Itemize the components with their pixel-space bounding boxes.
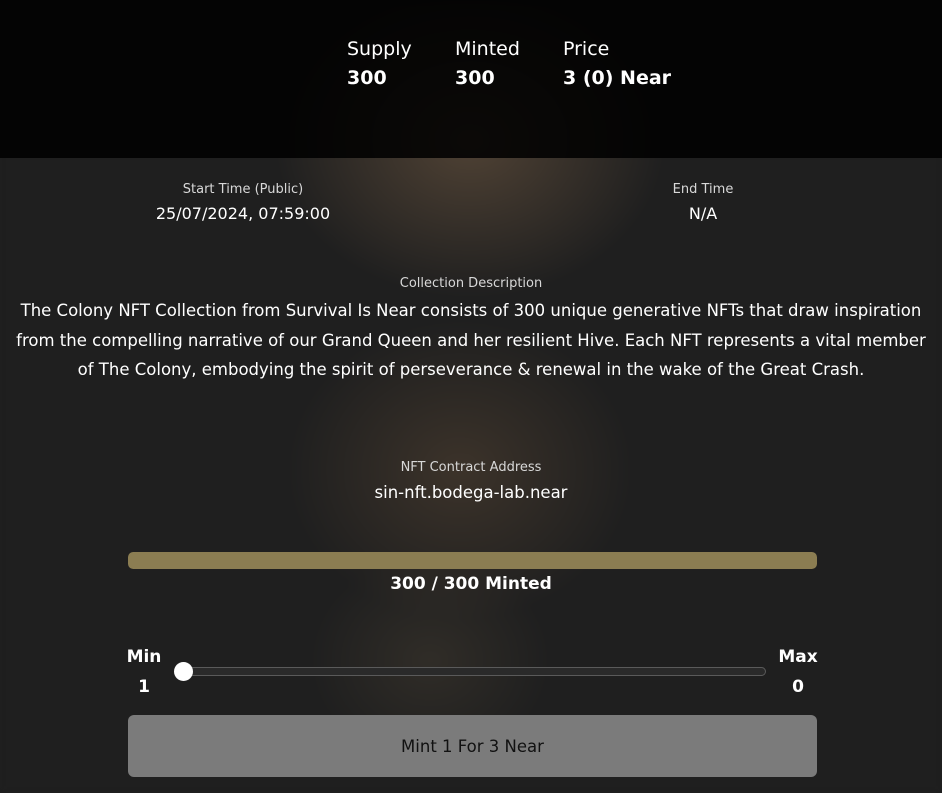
start-time-label: Start Time (Public) — [182, 182, 304, 197]
collection-description: The Colony NFT Collection from Survival … — [16, 301, 926, 379]
minted-value: 300 — [455, 67, 495, 89]
quantity-min-label: Min — [126, 647, 162, 667]
mint-panel: Supply 300 Minted 300 Price 3 (0) Near S… — [0, 0, 942, 793]
start-time: Start Time (Public) 25/07/2024, 07:59:00 — [100, 181, 386, 225]
supply-stat: Supply 300 — [347, 37, 412, 91]
contract-address-label: NFT Contract Address — [400, 460, 542, 475]
supply-value: 300 — [347, 67, 387, 89]
mint-button[interactable]: Mint 1 For 3 Near — [128, 715, 817, 777]
mint-progress-bar — [128, 552, 817, 569]
minted-stat: Minted 300 — [455, 37, 520, 91]
mint-progress-text: 300 / 300 Minted — [390, 574, 552, 594]
quantity-min: Min 1 — [124, 645, 164, 699]
quantity-slider-track[interactable] — [182, 667, 766, 676]
end-time-label: End Time — [672, 182, 734, 197]
mint-progress-fill — [128, 552, 817, 569]
end-time: End Time N/A — [603, 181, 803, 225]
quantity-max-label: Max — [778, 647, 818, 667]
quantity-slider-thumb[interactable] — [174, 662, 193, 681]
contract-address: sin-nft.bodega-lab.near — [374, 483, 568, 502]
supply-label: Supply — [347, 38, 412, 60]
collection-description-label: Collection Description — [399, 276, 543, 291]
quantity-max-value: 0 — [792, 677, 804, 697]
end-time-value: N/A — [688, 204, 718, 223]
minted-label: Minted — [455, 38, 520, 60]
quantity-min-value: 1 — [138, 677, 150, 697]
quantity-max: Max 0 — [776, 645, 820, 699]
start-time-value: 25/07/2024, 07:59:00 — [155, 204, 331, 223]
price-label: Price — [563, 38, 610, 60]
price-value: 3 (0) Near — [563, 67, 672, 89]
price-stat: Price 3 (0) Near — [563, 37, 671, 91]
